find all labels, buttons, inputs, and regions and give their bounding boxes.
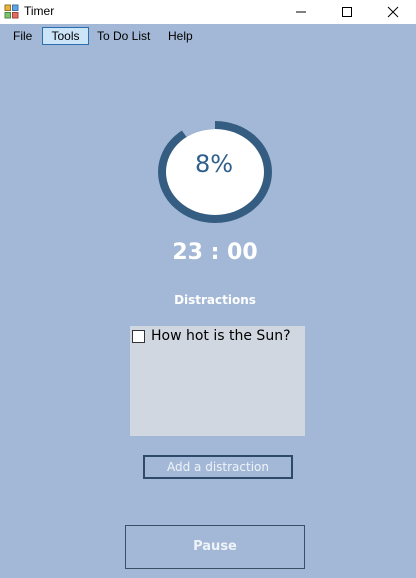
close-icon (387, 6, 399, 18)
progress-percent: 8% (194, 150, 234, 178)
app-icon (4, 4, 19, 19)
distractions-label: Distractions (174, 293, 256, 307)
minimize-button[interactable] (278, 0, 324, 24)
menu-bar: File Tools To Do List Help (0, 25, 416, 47)
close-button[interactable] (370, 0, 416, 24)
menu-to-do-list[interactable]: To Do List (92, 27, 155, 45)
distractions-list[interactable]: How hot is the Sun? (130, 326, 305, 436)
time-display: 23 : 00 (172, 240, 258, 265)
add-distraction-button[interactable]: Add a distraction (143, 455, 293, 479)
minimize-icon (296, 11, 306, 13)
menu-file[interactable]: File (8, 27, 37, 45)
window-title: Timer (24, 4, 55, 18)
distraction-checkbox[interactable] (132, 330, 145, 343)
pause-button[interactable]: Pause (125, 525, 305, 569)
maximize-button[interactable] (324, 0, 370, 24)
menu-tools[interactable]: Tools (42, 27, 89, 45)
menu-help[interactable]: Help (163, 27, 198, 45)
list-item[interactable]: How hot is the Sun? (132, 328, 291, 344)
title-bar: Timer (0, 0, 416, 24)
maximize-icon (342, 7, 352, 17)
distraction-label: How hot is the Sun? (151, 328, 291, 344)
